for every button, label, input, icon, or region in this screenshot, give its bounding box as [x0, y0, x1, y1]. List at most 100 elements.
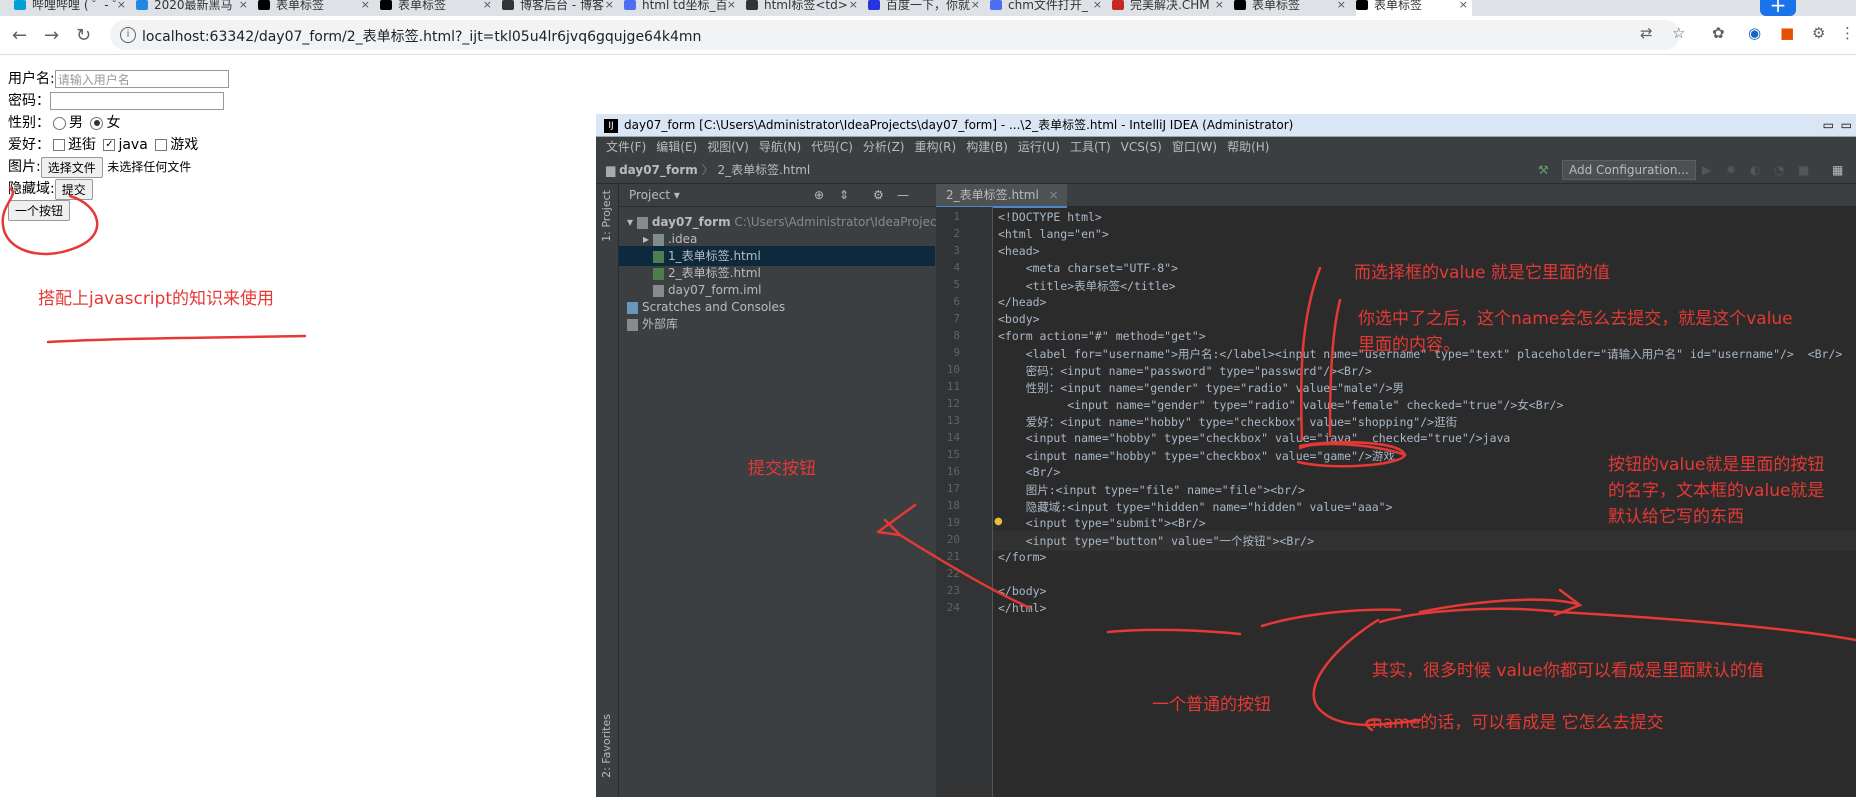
- browser-tab[interactable]: html标签<td> ×: [746, 0, 862, 16]
- submit-button[interactable]: 提交: [54, 178, 93, 200]
- tab-close-icon[interactable]: ×: [727, 0, 736, 10]
- ide-menu-item[interactable]: 编辑(E): [656, 140, 697, 154]
- code-line[interactable]: <input name="hobby" type="checkbox" valu…: [998, 431, 1511, 445]
- choose-file-button[interactable]: 选择文件: [40, 156, 103, 178]
- code-line[interactable]: <input name="gender" type="radio" value=…: [998, 397, 1563, 413]
- tab-close-icon[interactable]: ×: [483, 0, 492, 10]
- locate-icon[interactable]: ⊕: [814, 184, 824, 206]
- ide-menu-item[interactable]: 工具(T): [1070, 140, 1111, 154]
- ide-menu-item[interactable]: 分析(Z): [863, 140, 905, 154]
- back-icon[interactable]: ←: [12, 25, 27, 46]
- reload-icon[interactable]: ↻: [76, 25, 91, 46]
- project-structure-icon[interactable]: ▦: [1832, 157, 1843, 183]
- tab-close-icon[interactable]: ×: [849, 0, 858, 10]
- tab-close-icon[interactable]: ×: [605, 0, 614, 10]
- extension-icon[interactable]: ✿: [1712, 24, 1725, 42]
- project-panel-title[interactable]: Project: [629, 188, 670, 202]
- ide-menu-item[interactable]: 文件(F): [606, 140, 646, 154]
- tab-close-icon[interactable]: ×: [117, 0, 126, 10]
- tab-close-icon[interactable]: ×: [361, 0, 370, 10]
- site-info-icon[interactable]: i: [120, 27, 136, 43]
- lightbulb-icon[interactable]: ●: [994, 516, 1003, 527]
- tree-toggle-icon[interactable]: [619, 266, 653, 280]
- tab-close-icon[interactable]: ×: [971, 0, 980, 10]
- tab-close-icon[interactable]: ×: [239, 0, 248, 10]
- project-tool-tab[interactable]: 1: Project: [600, 190, 613, 242]
- tree-item[interactable]: 外部库: [619, 314, 935, 334]
- breadcrumb-project[interactable]: day07_form: [619, 163, 698, 177]
- minimize-icon[interactable]: ▭: [1823, 114, 1834, 136]
- gear-icon[interactable]: ⚙: [873, 184, 884, 206]
- collapse-icon[interactable]: ⇕: [839, 184, 849, 206]
- breadcrumb-file[interactable]: 2_表单标签.html: [717, 163, 810, 177]
- code-line[interactable]: </html>: [998, 601, 1046, 615]
- ide-menu-item[interactable]: 运行(U): [1018, 140, 1060, 154]
- stop-icon[interactable]: ■: [1798, 157, 1809, 183]
- ide-menu-item[interactable]: VCS(S): [1121, 140, 1162, 154]
- male-radio[interactable]: [53, 116, 66, 130]
- tab-close-icon[interactable]: ×: [1093, 0, 1102, 10]
- code-line[interactable]: <input type="submit"><Br/>: [998, 516, 1206, 530]
- browser-tab[interactable]: html td坐标_百 ×: [624, 0, 740, 16]
- browser-tab[interactable]: 表单标签 ×: [1356, 0, 1472, 16]
- tree-toggle-icon[interactable]: ▸: [619, 232, 653, 246]
- code-line[interactable]: <meta charset="UTF-8">: [998, 261, 1178, 275]
- code-line[interactable]: <title>表单标签</title>: [998, 278, 1176, 294]
- hobby-java-checkbox[interactable]: ✓: [103, 139, 116, 151]
- new-tab-button[interactable]: +: [1760, 0, 1796, 16]
- browser-tab[interactable]: chm文件打开_ ×: [990, 0, 1106, 16]
- code-line[interactable]: 爱好：<input name="hobby" type="checkbox" v…: [998, 414, 1457, 430]
- coverage-icon[interactable]: ◐: [1750, 157, 1760, 183]
- bookmark-star-icon[interactable]: ☆: [1672, 24, 1685, 42]
- ide-menu-item[interactable]: 代码(C): [811, 140, 853, 154]
- tree-toggle-icon[interactable]: [619, 249, 653, 263]
- debug-icon[interactable]: ✹: [1726, 157, 1736, 183]
- ide-menu-item[interactable]: 帮助(H): [1227, 140, 1269, 154]
- maximize-icon[interactable]: ▭: [1841, 114, 1852, 136]
- browser-tab[interactable]: 博客后台 - 博客 ×: [502, 0, 618, 16]
- add-configuration-button[interactable]: Add Configuration...: [1562, 160, 1696, 180]
- browser-tab[interactable]: 2020最新黑马 ×: [136, 0, 252, 16]
- tree-toggle-icon[interactable]: [619, 283, 653, 297]
- code-line[interactable]: </form>: [998, 550, 1046, 564]
- menu-icon[interactable]: ⋮: [1840, 24, 1855, 42]
- tab-close-icon[interactable]: ×: [1049, 188, 1059, 202]
- hobby-game-checkbox[interactable]: [155, 139, 168, 151]
- tree-toggle-icon[interactable]: [619, 300, 627, 314]
- browser-tab[interactable]: 哔哩哔哩 ( ゜- ゜ ×: [14, 0, 130, 16]
- browser-tab[interactable]: 表单标签 ×: [1234, 0, 1350, 16]
- browser-tab[interactable]: 表单标签 ×: [380, 0, 496, 16]
- tree-toggle-icon[interactable]: [619, 317, 627, 331]
- address-bar[interactable]: i localhost:63342/day07_form/2_表单标签.html…: [110, 20, 1680, 50]
- ide-menu-item[interactable]: 重构(R): [915, 140, 957, 154]
- female-radio[interactable]: [90, 116, 104, 130]
- tree-toggle-icon[interactable]: ▾: [619, 215, 637, 229]
- code-line[interactable]: 密码：<input name="password" type="password…: [998, 363, 1372, 379]
- build-hammer-icon[interactable]: ⚒: [1538, 157, 1549, 183]
- extension-icon-4[interactable]: ⚙: [1812, 24, 1825, 42]
- extension-icon-3[interactable]: ■: [1780, 24, 1794, 42]
- code-line[interactable]: 图片:<input type="file" name="file"><br/>: [998, 482, 1305, 498]
- username-input[interactable]: 请输入用户名: [54, 70, 229, 88]
- browser-tab[interactable]: 百度一下，你就 ×: [868, 0, 984, 16]
- tab-close-icon[interactable]: ×: [1459, 0, 1468, 10]
- code-line[interactable]: <form action="#" method="get">: [998, 329, 1206, 343]
- code-line[interactable]: <body>: [998, 312, 1040, 326]
- browser-tab[interactable]: 表单标签 ×: [258, 0, 374, 16]
- code-line[interactable]: <Br/>: [998, 465, 1061, 479]
- run-icon[interactable]: ▶: [1702, 157, 1711, 183]
- code-line[interactable]: <input name="hobby" type="checkbox" valu…: [998, 448, 1395, 464]
- code-line[interactable]: <!DOCTYPE html>: [998, 210, 1102, 224]
- code-line[interactable]: 性别：<input name="gender" type="radio" val…: [998, 380, 1404, 396]
- chevron-down-icon[interactable]: ▾: [674, 188, 680, 202]
- url-text[interactable]: localhost:63342/day07_form/2_表单标签.html?_…: [142, 26, 701, 46]
- hobby-shopping-checkbox[interactable]: [53, 139, 65, 151]
- ide-menu-item[interactable]: 视图(V): [707, 140, 749, 154]
- favorites-tool-tab[interactable]: 2: Favorites: [600, 714, 613, 778]
- code-line[interactable]: <html lang="en">: [998, 227, 1109, 241]
- code-line[interactable]: <head>: [998, 244, 1040, 258]
- forward-icon[interactable]: →: [44, 25, 59, 46]
- ide-menu-item[interactable]: 导航(N): [759, 140, 801, 154]
- code-line[interactable]: <input type="button" value="一个按钮"><Br/>: [998, 533, 1314, 549]
- browser-tab[interactable]: 完美解决.CHM ×: [1112, 0, 1228, 16]
